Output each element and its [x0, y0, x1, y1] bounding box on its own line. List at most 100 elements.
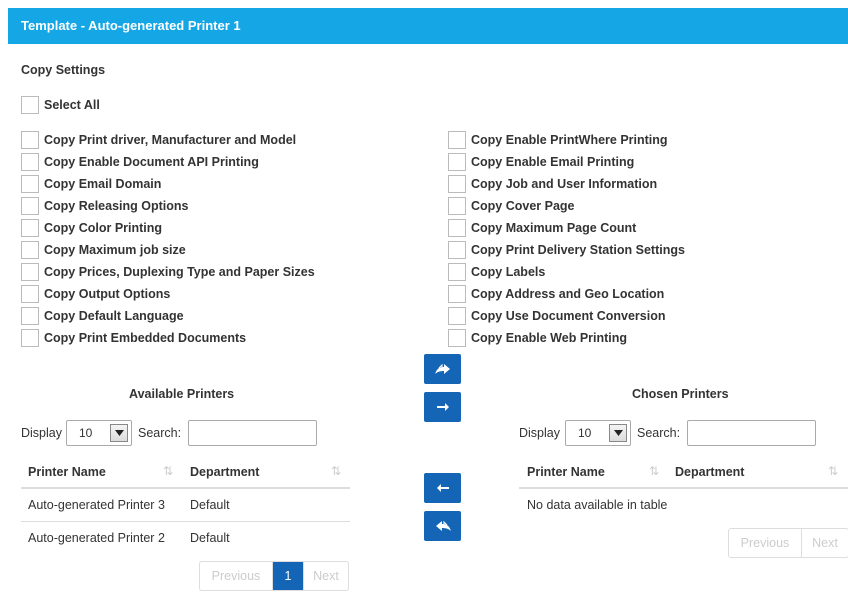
copy-option-label: Copy Use Document Conversion: [471, 309, 666, 323]
copy-option-label: Copy Releasing Options: [44, 199, 189, 213]
chosen-search-input[interactable]: [687, 420, 816, 446]
copy-option-row[interactable]: Copy Default Language: [21, 307, 184, 325]
copy-option-checkbox[interactable]: [448, 285, 466, 303]
available-previous-button[interactable]: Previous: [200, 562, 272, 590]
copy-option-checkbox[interactable]: [448, 307, 466, 325]
copy-option-row[interactable]: Copy Print Delivery Station Settings: [448, 241, 685, 259]
available-next-button[interactable]: Next: [303, 562, 348, 590]
copy-option-label: Copy Enable Web Printing: [471, 331, 628, 345]
copy-option-row[interactable]: Copy Enable Web Printing: [448, 329, 627, 347]
copy-option-checkbox[interactable]: [21, 197, 39, 215]
copy-option-row[interactable]: Copy Job and User Information: [448, 175, 657, 193]
copy-option-label: Copy Print Embedded Documents: [44, 331, 247, 345]
available-pagination: Previous 1 Next: [199, 561, 349, 591]
copy-option-row[interactable]: Copy Email Domain: [21, 175, 161, 193]
chosen-next-button[interactable]: Next: [801, 529, 848, 557]
copy-option-row[interactable]: Copy Releasing Options: [21, 197, 188, 215]
copy-option-row[interactable]: Copy Print driver, Manufacturer and Mode…: [21, 131, 296, 149]
copy-option-checkbox[interactable]: [21, 329, 39, 347]
copy-option-row[interactable]: Copy Print Embedded Documents: [21, 329, 246, 347]
copy-option-label: Copy Address and Geo Location: [471, 287, 665, 301]
copy-option-row[interactable]: Copy Enable Email Printing: [448, 153, 634, 171]
copy-option-checkbox[interactable]: [448, 263, 466, 281]
copy-option-label: Copy Output Options: [44, 287, 171, 301]
available-row-printer-name[interactable]: Auto-generated Printer 3: [28, 498, 165, 512]
chosen-display-label: Display: [519, 426, 560, 440]
available-search-input[interactable]: [188, 420, 317, 446]
sort-icon[interactable]: ⇅: [828, 464, 838, 478]
copy-option-checkbox[interactable]: [21, 307, 39, 325]
copy-option-row[interactable]: Copy Enable PrintWhere Printing: [448, 131, 668, 149]
select-all-checkbox[interactable]: [21, 96, 39, 114]
table-row-divider: [21, 521, 350, 522]
copy-option-row[interactable]: Copy Color Printing: [21, 219, 162, 237]
copy-option-row[interactable]: Copy Labels: [448, 263, 545, 281]
chosen-page-size-select[interactable]: 10: [565, 420, 631, 446]
copy-option-checkbox[interactable]: [21, 285, 39, 303]
sort-icon[interactable]: ⇅: [163, 464, 173, 478]
chosen-col-printer-name[interactable]: Printer Name: [527, 465, 605, 479]
arrow-left-icon: [436, 484, 449, 492]
available-page-size-select[interactable]: 10: [66, 420, 132, 446]
available-page-1-button[interactable]: 1: [272, 562, 303, 590]
chosen-col-department[interactable]: Department: [675, 465, 744, 479]
copy-option-checkbox[interactable]: [448, 329, 466, 347]
copy-option-row[interactable]: Copy Use Document Conversion: [448, 307, 665, 325]
copy-option-checkbox[interactable]: [21, 131, 39, 149]
available-search-label: Search:: [138, 426, 182, 440]
copy-option-label: Copy Maximum job size: [44, 243, 186, 257]
copy-option-label: Copy Enable Email Printing: [471, 155, 635, 169]
copy-option-checkbox[interactable]: [448, 175, 466, 193]
select-all-label: Select All: [44, 98, 100, 112]
copy-option-row[interactable]: Copy Maximum Page Count: [448, 219, 636, 237]
sort-icon[interactable]: ⇅: [331, 464, 341, 478]
double-arrow-left-icon: [435, 520, 451, 531]
copy-option-checkbox[interactable]: [21, 153, 39, 171]
copy-option-row[interactable]: Copy Address and Geo Location: [448, 285, 664, 303]
table-header-divider: [21, 487, 350, 489]
available-row-department[interactable]: Default: [190, 531, 230, 545]
sort-icon[interactable]: ⇅: [649, 464, 659, 478]
copy-option-row[interactable]: Copy Cover Page: [448, 197, 575, 215]
select-all-row[interactable]: Select All: [21, 96, 100, 114]
chosen-page-size-value: 10: [578, 426, 592, 440]
copy-option-checkbox[interactable]: [448, 219, 466, 237]
copy-settings-title: Copy Settings: [21, 63, 106, 77]
chosen-search-label: Search:: [637, 426, 681, 440]
copy-option-checkbox[interactable]: [448, 131, 466, 149]
chosen-previous-button[interactable]: Previous: [729, 529, 801, 557]
copy-option-label: Copy Maximum Page Count: [471, 221, 637, 235]
table-header-divider: [519, 487, 848, 489]
copy-option-row[interactable]: Copy Output Options: [21, 285, 170, 303]
available-row-printer-name[interactable]: Auto-generated Printer 2: [28, 531, 165, 545]
copy-option-row[interactable]: Copy Prices, Duplexing Type and Paper Si…: [21, 263, 315, 281]
available-col-department[interactable]: Department: [190, 465, 259, 479]
arrow-right-icon: [436, 403, 449, 411]
move-left-button[interactable]: [424, 473, 461, 503]
chosen-printers-title: Chosen Printers: [632, 387, 729, 401]
copy-option-label: Copy Enable PrintWhere Printing: [471, 133, 668, 147]
copy-option-label: Copy Print Delivery Station Settings: [471, 243, 685, 257]
available-page-size-value: 10: [79, 426, 93, 440]
copy-option-checkbox[interactable]: [21, 219, 39, 237]
copy-option-checkbox[interactable]: [21, 263, 39, 281]
copy-option-label: Copy Default Language: [44, 309, 184, 323]
available-col-printer-name[interactable]: Printer Name: [28, 465, 106, 479]
copy-option-label: Copy Print driver, Manufacturer and Mode…: [44, 133, 297, 147]
move-all-left-button[interactable]: [424, 511, 461, 541]
copy-option-label: Copy Enable Document API Printing: [44, 155, 259, 169]
copy-option-label: Copy Job and User Information: [471, 177, 658, 191]
available-printers-title: Available Printers: [129, 387, 235, 401]
copy-option-row[interactable]: Copy Maximum job size: [21, 241, 186, 259]
copy-option-checkbox[interactable]: [448, 241, 466, 259]
available-row-department[interactable]: Default: [190, 498, 230, 512]
copy-option-row[interactable]: Copy Enable Document API Printing: [21, 153, 259, 171]
available-display-label: Display: [21, 426, 62, 440]
copy-option-checkbox[interactable]: [21, 175, 39, 193]
copy-option-checkbox[interactable]: [448, 153, 466, 171]
move-right-button[interactable]: [424, 392, 461, 422]
copy-option-checkbox[interactable]: [21, 241, 39, 259]
copy-option-label: Copy Color Printing: [44, 221, 163, 235]
move-all-right-button[interactable]: [424, 354, 461, 384]
copy-option-checkbox[interactable]: [448, 197, 466, 215]
